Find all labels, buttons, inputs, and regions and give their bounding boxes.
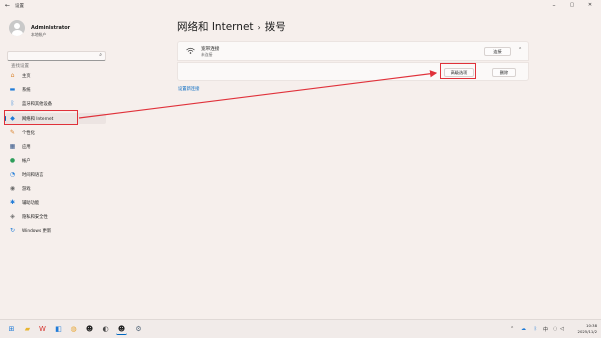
connection-card[interactable]: 宽带连接 未连接 连接 ⌃ bbox=[177, 41, 529, 61]
sidebar-item-label: 蓝牙和其他设备 bbox=[22, 102, 53, 107]
ime-indicator[interactable]: 中 bbox=[543, 326, 548, 333]
close-button[interactable]: ✕ bbox=[585, 2, 595, 8]
accessibility-icon: ✱ bbox=[9, 199, 16, 206]
sidebar-item-bluetooth[interactable]: ᛒ 蓝牙和其他设备 bbox=[5, 98, 106, 109]
start-icon[interactable]: ⊞ bbox=[6, 324, 17, 335]
search-box[interactable]: ⌕ bbox=[7, 51, 106, 71]
bluetooth-icon: ᛒ bbox=[10, 100, 15, 107]
wps-icon[interactable]: W bbox=[37, 324, 48, 335]
sidebar-item-shield[interactable]: ◈ 隐私和安全性 bbox=[5, 211, 106, 222]
page-title: 网络和 Internet › 拨号 bbox=[177, 19, 286, 34]
store-icon[interactable]: ◧ bbox=[53, 324, 64, 335]
network-icon[interactable]: ◌ bbox=[553, 326, 557, 332]
apps-icon: ▦ bbox=[9, 143, 16, 150]
sidebar-item-apps[interactable]: ▦ 应用 bbox=[5, 141, 106, 152]
sidebar-item-person[interactable]: ● 帐户 bbox=[5, 155, 106, 166]
minimize-button[interactable]: – bbox=[549, 2, 559, 9]
avatar[interactable] bbox=[9, 20, 25, 36]
delete-button[interactable]: 删除 bbox=[492, 68, 516, 77]
update-icon: ↻ bbox=[9, 227, 16, 234]
search-icon: ⌕ bbox=[99, 52, 102, 58]
shield-icon: ◈ bbox=[10, 213, 15, 220]
brush-icon: ✎ bbox=[9, 129, 16, 136]
sidebar-item-label: 时间和语言 bbox=[22, 173, 44, 178]
connect-button[interactable]: 连接 bbox=[484, 47, 511, 56]
chevron-up-icon[interactable]: ⌃ bbox=[510, 326, 514, 332]
sidebar-item-label: Windows 更新 bbox=[22, 229, 52, 234]
sidebar-item-gamepad[interactable]: ◉ 游戏 bbox=[5, 183, 106, 194]
taskbar: ⊞ ▰ W ◧ ◍ ☻ ◐ ☻ ⚙ ⌃ ☁ ᛒ 中 ◌ ◁ 10:38 2025/11/2 bbox=[0, 319, 601, 338]
account-type: 本地帐户 bbox=[31, 32, 47, 37]
sidebar-item-label: 应用 bbox=[22, 145, 31, 150]
onedrive-icon[interactable]: ☁ bbox=[521, 326, 526, 332]
sidebar-item-label: 帐户 bbox=[22, 159, 31, 164]
qq-active-icon[interactable]: ☻ bbox=[116, 324, 127, 335]
sidebar-item-label: 辅助功能 bbox=[22, 201, 40, 206]
back-arrow-icon[interactable]: ← bbox=[5, 2, 10, 9]
sidebar-item-monitor[interactable]: ▬ 系统 bbox=[5, 84, 106, 95]
highlight-advanced-options bbox=[440, 63, 476, 79]
volume-icon[interactable]: ◁ bbox=[560, 326, 564, 332]
clock[interactable]: 10:38 2025/11/2 bbox=[569, 323, 597, 335]
globe-clock-icon: ◔ bbox=[9, 171, 16, 178]
sidebar-item-label: 系统 bbox=[22, 88, 31, 93]
highlight-network-nav bbox=[4, 110, 78, 125]
sidebar-item-update[interactable]: ↻ Windows 更新 bbox=[5, 225, 106, 236]
breadcrumb-separator: › bbox=[257, 23, 261, 32]
clock-date: 2025/11/2 bbox=[577, 329, 597, 334]
home-icon: ⌂ bbox=[10, 72, 15, 79]
maximize-button[interactable]: ▢ bbox=[567, 2, 577, 8]
chrome-icon[interactable]: ◍ bbox=[68, 324, 79, 335]
sidebar-item-label: 隐私和安全性 bbox=[22, 215, 48, 220]
set-up-new-connection-link[interactable]: 设置新连接 bbox=[178, 86, 199, 92]
window-title: 设置 bbox=[15, 4, 24, 9]
connection-actions: 高级选项 删除 bbox=[177, 62, 529, 81]
monitor-icon: ▬ bbox=[9, 86, 16, 93]
connection-status: 未连接 bbox=[201, 52, 213, 57]
sidebar-item-globe-clock[interactable]: ◔ 时间和语言 bbox=[5, 169, 106, 180]
chevron-up-icon[interactable]: ⌃ bbox=[518, 47, 522, 53]
sidebar-item-label: 个性化 bbox=[22, 131, 35, 136]
settings-gear-icon[interactable]: ⚙ bbox=[133, 324, 144, 335]
app-icon[interactable]: ◐ bbox=[100, 324, 111, 335]
breadcrumb-current: 拨号 bbox=[264, 21, 286, 33]
bluetooth-icon[interactable]: ᛒ bbox=[534, 326, 537, 332]
file-explorer-icon[interactable]: ▰ bbox=[22, 324, 33, 335]
sidebar-item-label: 主页 bbox=[22, 74, 31, 79]
sidebar-item-label: 游戏 bbox=[22, 187, 31, 192]
person-icon: ● bbox=[9, 157, 16, 164]
sidebar-item-brush[interactable]: ✎ 个性化 bbox=[5, 127, 106, 138]
title-bar: ← 设置 – ▢ ✕ bbox=[0, 0, 601, 14]
user-name: Administrator bbox=[31, 25, 71, 31]
gamepad-icon: ◉ bbox=[9, 185, 16, 192]
sidebar-item-home[interactable]: ⌂ 主页 bbox=[5, 70, 106, 81]
qq-icon[interactable]: ☻ bbox=[84, 324, 95, 335]
sidebar-item-accessibility[interactable]: ✱ 辅助功能 bbox=[5, 197, 106, 208]
dialup-icon bbox=[186, 47, 195, 56]
breadcrumb-parent[interactable]: 网络和 Internet bbox=[177, 21, 254, 33]
